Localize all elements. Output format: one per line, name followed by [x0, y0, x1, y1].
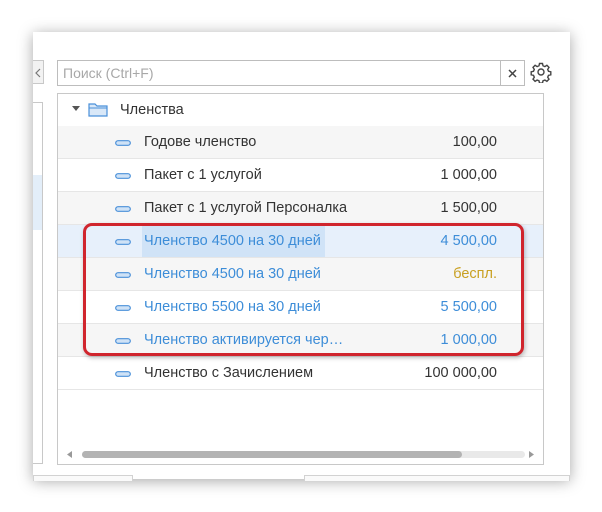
membership-dash-icon: [115, 305, 131, 311]
scrollbar-thumb[interactable]: [82, 451, 462, 458]
tree-root-label: Членства: [120, 102, 184, 118]
tree-item-price: 1 000,00: [440, 332, 497, 348]
scroll-left-icon[interactable]: [67, 451, 72, 458]
tree-item-price: 100 000,00: [424, 365, 497, 381]
tree-item[interactable]: Членство активируется чер… 1 000,00: [58, 324, 543, 357]
membership-dash-icon: [115, 173, 131, 179]
tree-item-price: 5 500,00: [440, 299, 497, 315]
tree-item[interactable]: Пакет с 1 услугой Персоналка 1 500,00: [58, 192, 543, 225]
tree-item-selected[interactable]: Членство 4500 на 30 дней 4 500,00: [58, 225, 543, 258]
tree-item[interactable]: Членство 5500 на 30 дней 5 500,00: [58, 291, 543, 324]
search-clear-button[interactable]: [501, 60, 525, 86]
tree-item-name: Членство 4500 на 30 дней: [142, 225, 325, 257]
membership-tree: Членства Годове членство 100,00 Пакет с …: [57, 93, 544, 465]
tree-item-name: Членство 5500 на 30 дней: [144, 299, 321, 315]
bottom-control-left[interactable]: [33, 475, 133, 481]
tree-item-price: 1 000,00: [440, 167, 497, 183]
tree-item-price: 1 500,00: [440, 200, 497, 216]
left-panel-selection: [33, 175, 42, 230]
scroll-right-icon[interactable]: [529, 451, 534, 458]
collapse-left-button[interactable]: [33, 60, 44, 84]
left-panel: [33, 102, 43, 464]
gear-icon[interactable]: [530, 61, 552, 83]
tree-item-name: Пакет с 1 услугой: [144, 167, 262, 183]
tree-item[interactable]: Членство 4500 на 30 дней беспл.: [58, 258, 543, 291]
tree-item[interactable]: Годове членство 100,00: [58, 126, 543, 159]
dialog-window: Поиск (Ctrl+F) Членства Годове членство: [33, 32, 570, 479]
chevron-left-icon: [35, 68, 41, 78]
tree-item-name: Годове членство: [144, 134, 257, 150]
tree-item[interactable]: Пакет с 1 услугой 1 000,00: [58, 159, 543, 192]
tree-item-name: Членство с Зачислением: [144, 365, 314, 381]
membership-dash-icon: [115, 239, 131, 245]
tree-item-name: Пакет с 1 услугой Персоналка: [144, 200, 348, 216]
membership-dash-icon: [115, 272, 131, 278]
search-placeholder: Поиск (Ctrl+F): [63, 65, 154, 81]
membership-dash-icon: [115, 338, 131, 344]
membership-dash-icon: [115, 371, 131, 377]
search-input[interactable]: Поиск (Ctrl+F): [57, 60, 501, 86]
caret-down-icon[interactable]: [72, 106, 80, 112]
tree-item-name: Членство активируется чер…: [144, 332, 344, 348]
tree-item-price: беспл.: [453, 266, 497, 282]
tree-root-node[interactable]: Членства: [58, 94, 543, 126]
bottom-control-right[interactable]: [304, 475, 570, 481]
membership-dash-icon: [115, 206, 131, 212]
tree-item[interactable]: Членство с Зачислением 100 000,00: [58, 357, 543, 390]
tree-item-price: 4 500,00: [440, 233, 497, 249]
close-icon: [508, 69, 517, 78]
horizontal-scrollbar[interactable]: [58, 446, 543, 464]
tree-item-name: Членство 4500 на 30 дней: [144, 266, 321, 282]
folder-icon: [88, 103, 108, 117]
membership-dash-icon: [115, 140, 131, 146]
tree-item-price: 100,00: [452, 134, 497, 150]
